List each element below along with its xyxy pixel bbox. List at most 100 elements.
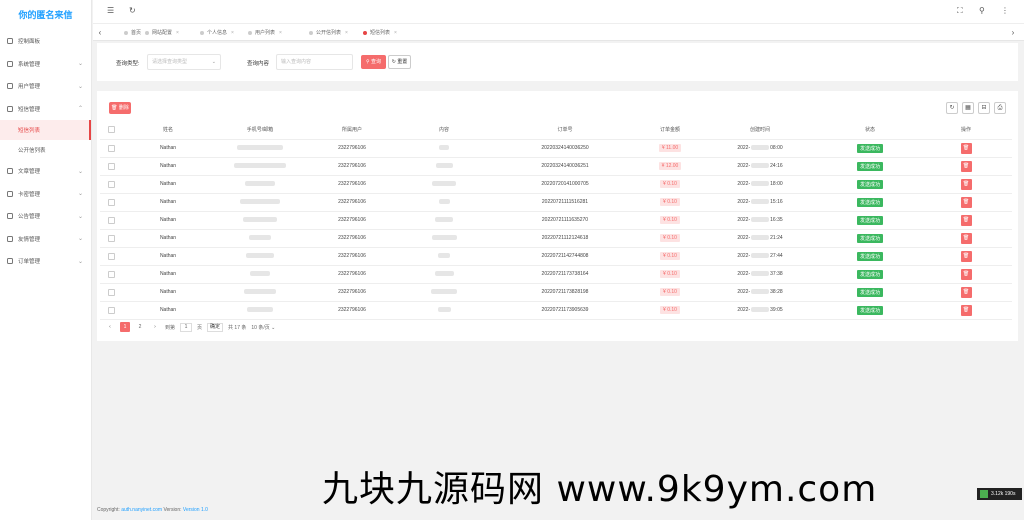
close-icon[interactable]: × xyxy=(345,30,348,36)
select-all-checkbox[interactable] xyxy=(107,126,115,134)
tab-scroll-right-icon[interactable]: › xyxy=(1006,24,1020,41)
blurred-time xyxy=(751,271,770,277)
amount-cell: ¥ 0.10 xyxy=(640,211,700,230)
table-row[interactable]: Nathan 2322796106 20220721173828198 ¥ 0.10 2… xyxy=(100,283,1012,302)
row-checkbox[interactable] xyxy=(107,216,115,224)
refresh-icon[interactable]: ↻ xyxy=(129,6,136,15)
query-type-select[interactable]: 请选择查询类型 ⌄ xyxy=(147,54,221,70)
tab-0[interactable]: 首页 xyxy=(122,27,141,39)
close-icon[interactable]: × xyxy=(176,30,179,36)
sidebar-item-items_after-0[interactable]: 文章管理 ⌄ xyxy=(0,160,91,183)
sidebar-item-items-0[interactable]: 控制面板 xyxy=(0,30,91,53)
status-cell: 发送成功 xyxy=(820,175,920,194)
print-icon[interactable]: ⎙ xyxy=(994,102,1006,114)
close-icon[interactable]: × xyxy=(279,30,282,36)
user-icon[interactable]: ⚲ xyxy=(979,6,985,15)
close-icon[interactable]: × xyxy=(231,30,234,36)
trash-icon[interactable]: 🗑 xyxy=(960,304,972,316)
status-cell: 发送成功 xyxy=(820,301,920,320)
status-cell: 发送成功 xyxy=(820,157,920,176)
row-select-cell xyxy=(100,229,122,248)
sidebar: 你的匿名来信 控制面板 系统管理 ⌄ 用户管理 ⌄ 短信管理 ⌃ 短信列表 公开信列表 文章管… xyxy=(0,0,92,520)
tab-5[interactable]: 短信列表 × xyxy=(361,27,397,39)
table-row[interactable]: Nathan 2322796106 20220721111516281 ¥ 0.10 2… xyxy=(100,193,1012,212)
sidebar-item-sub_items-0[interactable]: 短信列表 xyxy=(0,120,91,140)
table-row[interactable]: Nathan 2322796106 20220720141000705 ¥ 0.10 2… xyxy=(100,175,1012,194)
tab-4[interactable]: 公开信列表 × xyxy=(307,27,348,39)
prev-page-icon[interactable]: ‹ xyxy=(105,322,115,332)
row-checkbox[interactable] xyxy=(107,252,115,260)
sms-table: 姓名 手机号/邮箱 所属用户 内容 订单号 订单金额 创建时间 状态 操作 Nathan 2322… xyxy=(100,121,1012,320)
tab-2[interactable]: 个人信息 × xyxy=(198,27,234,39)
tab-1[interactable]: 网站配置 × xyxy=(143,27,179,39)
action-cell: 🗑 xyxy=(920,247,1012,266)
trash-icon[interactable]: 🗑 xyxy=(960,232,972,244)
table-row[interactable]: Nathan 2322796106 20220721173905639 ¥ 0.10 2… xyxy=(100,301,1012,320)
reset-button[interactable]: ↻ 重置 xyxy=(388,55,411,69)
sidebar-item-items-1[interactable]: 系统管理 ⌄ xyxy=(0,53,91,76)
row-checkbox[interactable] xyxy=(107,180,115,188)
fullscreen-icon[interactable]: ⛶ xyxy=(957,6,963,16)
table-row[interactable]: Nathan 2322796106 20220721142744808 ¥ 0.10 2… xyxy=(100,247,1012,266)
goto-page-input[interactable]: 1 xyxy=(180,322,193,332)
tab-3[interactable]: 用户列表 × xyxy=(246,27,282,39)
amount-cell: ¥ 11.00 xyxy=(640,139,700,158)
trash-icon[interactable]: 🗑 xyxy=(960,142,972,154)
export-icon[interactable]: ⊟ xyxy=(978,102,990,114)
name-cell: Nathan xyxy=(122,211,214,230)
chevron-down-icon: ⌄ xyxy=(211,59,216,65)
table-row[interactable]: Nathan 2322796106 20220324140036251 ¥ 12.00… xyxy=(100,157,1012,176)
status-badge: 发送成功 xyxy=(856,269,883,279)
row-checkbox[interactable] xyxy=(107,288,115,296)
query-content-input[interactable]: 输入查询内容 xyxy=(276,54,353,70)
sidebar-item-sub_items-1[interactable]: 公开信列表 xyxy=(0,140,91,160)
page-size-select[interactable]: 10 条/页 ⌄ xyxy=(251,324,275,331)
site-link[interactable]: auth.nanyinet.com xyxy=(121,507,162,513)
tab-scroll-left-icon[interactable]: ‹ xyxy=(93,24,107,41)
row-checkbox[interactable] xyxy=(107,306,115,314)
trash-icon[interactable]: 🗑 xyxy=(960,196,972,208)
trash-icon[interactable]: 🗑 xyxy=(960,214,972,226)
sidebar-item-items-2[interactable]: 用户管理 ⌄ xyxy=(0,75,91,98)
trash-icon[interactable]: 🗑 xyxy=(960,268,972,280)
sidebar-item-items-3[interactable]: 短信管理 ⌃ xyxy=(0,98,91,121)
row-checkbox[interactable] xyxy=(107,144,115,152)
table-row[interactable]: Nathan 2322796106 20220721112124618 ¥ 0.10 2… xyxy=(100,229,1012,248)
sidebar-item-items_after-4[interactable]: 订单管理 ⌄ xyxy=(0,250,91,273)
user-cell: 2322796106 xyxy=(306,193,398,212)
trash-icon[interactable]: 🗑 xyxy=(960,160,972,172)
more-icon[interactable]: ⋮ xyxy=(1001,6,1009,15)
trash-icon[interactable]: 🗑 xyxy=(960,286,972,298)
search-button-label: 查询 xyxy=(371,59,382,65)
table-row[interactable]: Nathan 2322796106 20220721111635270 ¥ 0.10 2… xyxy=(100,211,1012,230)
close-icon[interactable]: × xyxy=(394,30,397,36)
trash-icon[interactable]: 🗑 xyxy=(960,250,972,262)
version-link[interactable]: Version 1.0 xyxy=(183,507,208,513)
column-header-1: 姓名 xyxy=(122,121,214,140)
sidebar-item-items_after-2[interactable]: 公告管理 ⌄ xyxy=(0,205,91,228)
table-row[interactable]: Nathan 2322796106 20220324140036250 ¥ 11.00… xyxy=(100,139,1012,158)
menu-toggle-icon[interactable]: ☰ xyxy=(107,6,114,15)
status-cell: 发送成功 xyxy=(820,265,920,284)
sidebar-item-items_after-3[interactable]: 友情管理 ⌄ xyxy=(0,228,91,251)
next-page-icon[interactable]: › xyxy=(150,322,160,332)
columns-icon[interactable]: ▦ xyxy=(962,102,974,114)
row-checkbox[interactable] xyxy=(107,234,115,242)
row-checkbox[interactable] xyxy=(107,270,115,278)
page-2[interactable]: 2 xyxy=(135,322,145,332)
table-row[interactable]: Nathan 2322796106 20220721173738164 ¥ 0.10 2… xyxy=(100,265,1012,284)
sidebar-item-items_after-1[interactable]: 卡密管理 ⌄ xyxy=(0,183,91,206)
delete-button[interactable]: 🗑 删除 xyxy=(109,102,131,114)
blurred-content xyxy=(438,199,450,205)
blurred-time xyxy=(751,217,770,223)
goto-confirm-button[interactable]: 确定 xyxy=(207,322,224,332)
sidebar-item-label: 系统管理 xyxy=(18,61,41,68)
trash-icon[interactable]: 🗑 xyxy=(960,178,972,190)
order-no-cell: 20220721111516281 xyxy=(490,193,640,212)
search-button[interactable]: ⚲ 查询 xyxy=(361,55,386,69)
page-1[interactable]: 1 xyxy=(120,322,130,332)
row-checkbox[interactable] xyxy=(107,198,115,206)
name-cell: Nathan xyxy=(122,157,214,176)
refresh-table-icon[interactable]: ↻ xyxy=(946,102,958,114)
row-checkbox[interactable] xyxy=(107,162,115,170)
